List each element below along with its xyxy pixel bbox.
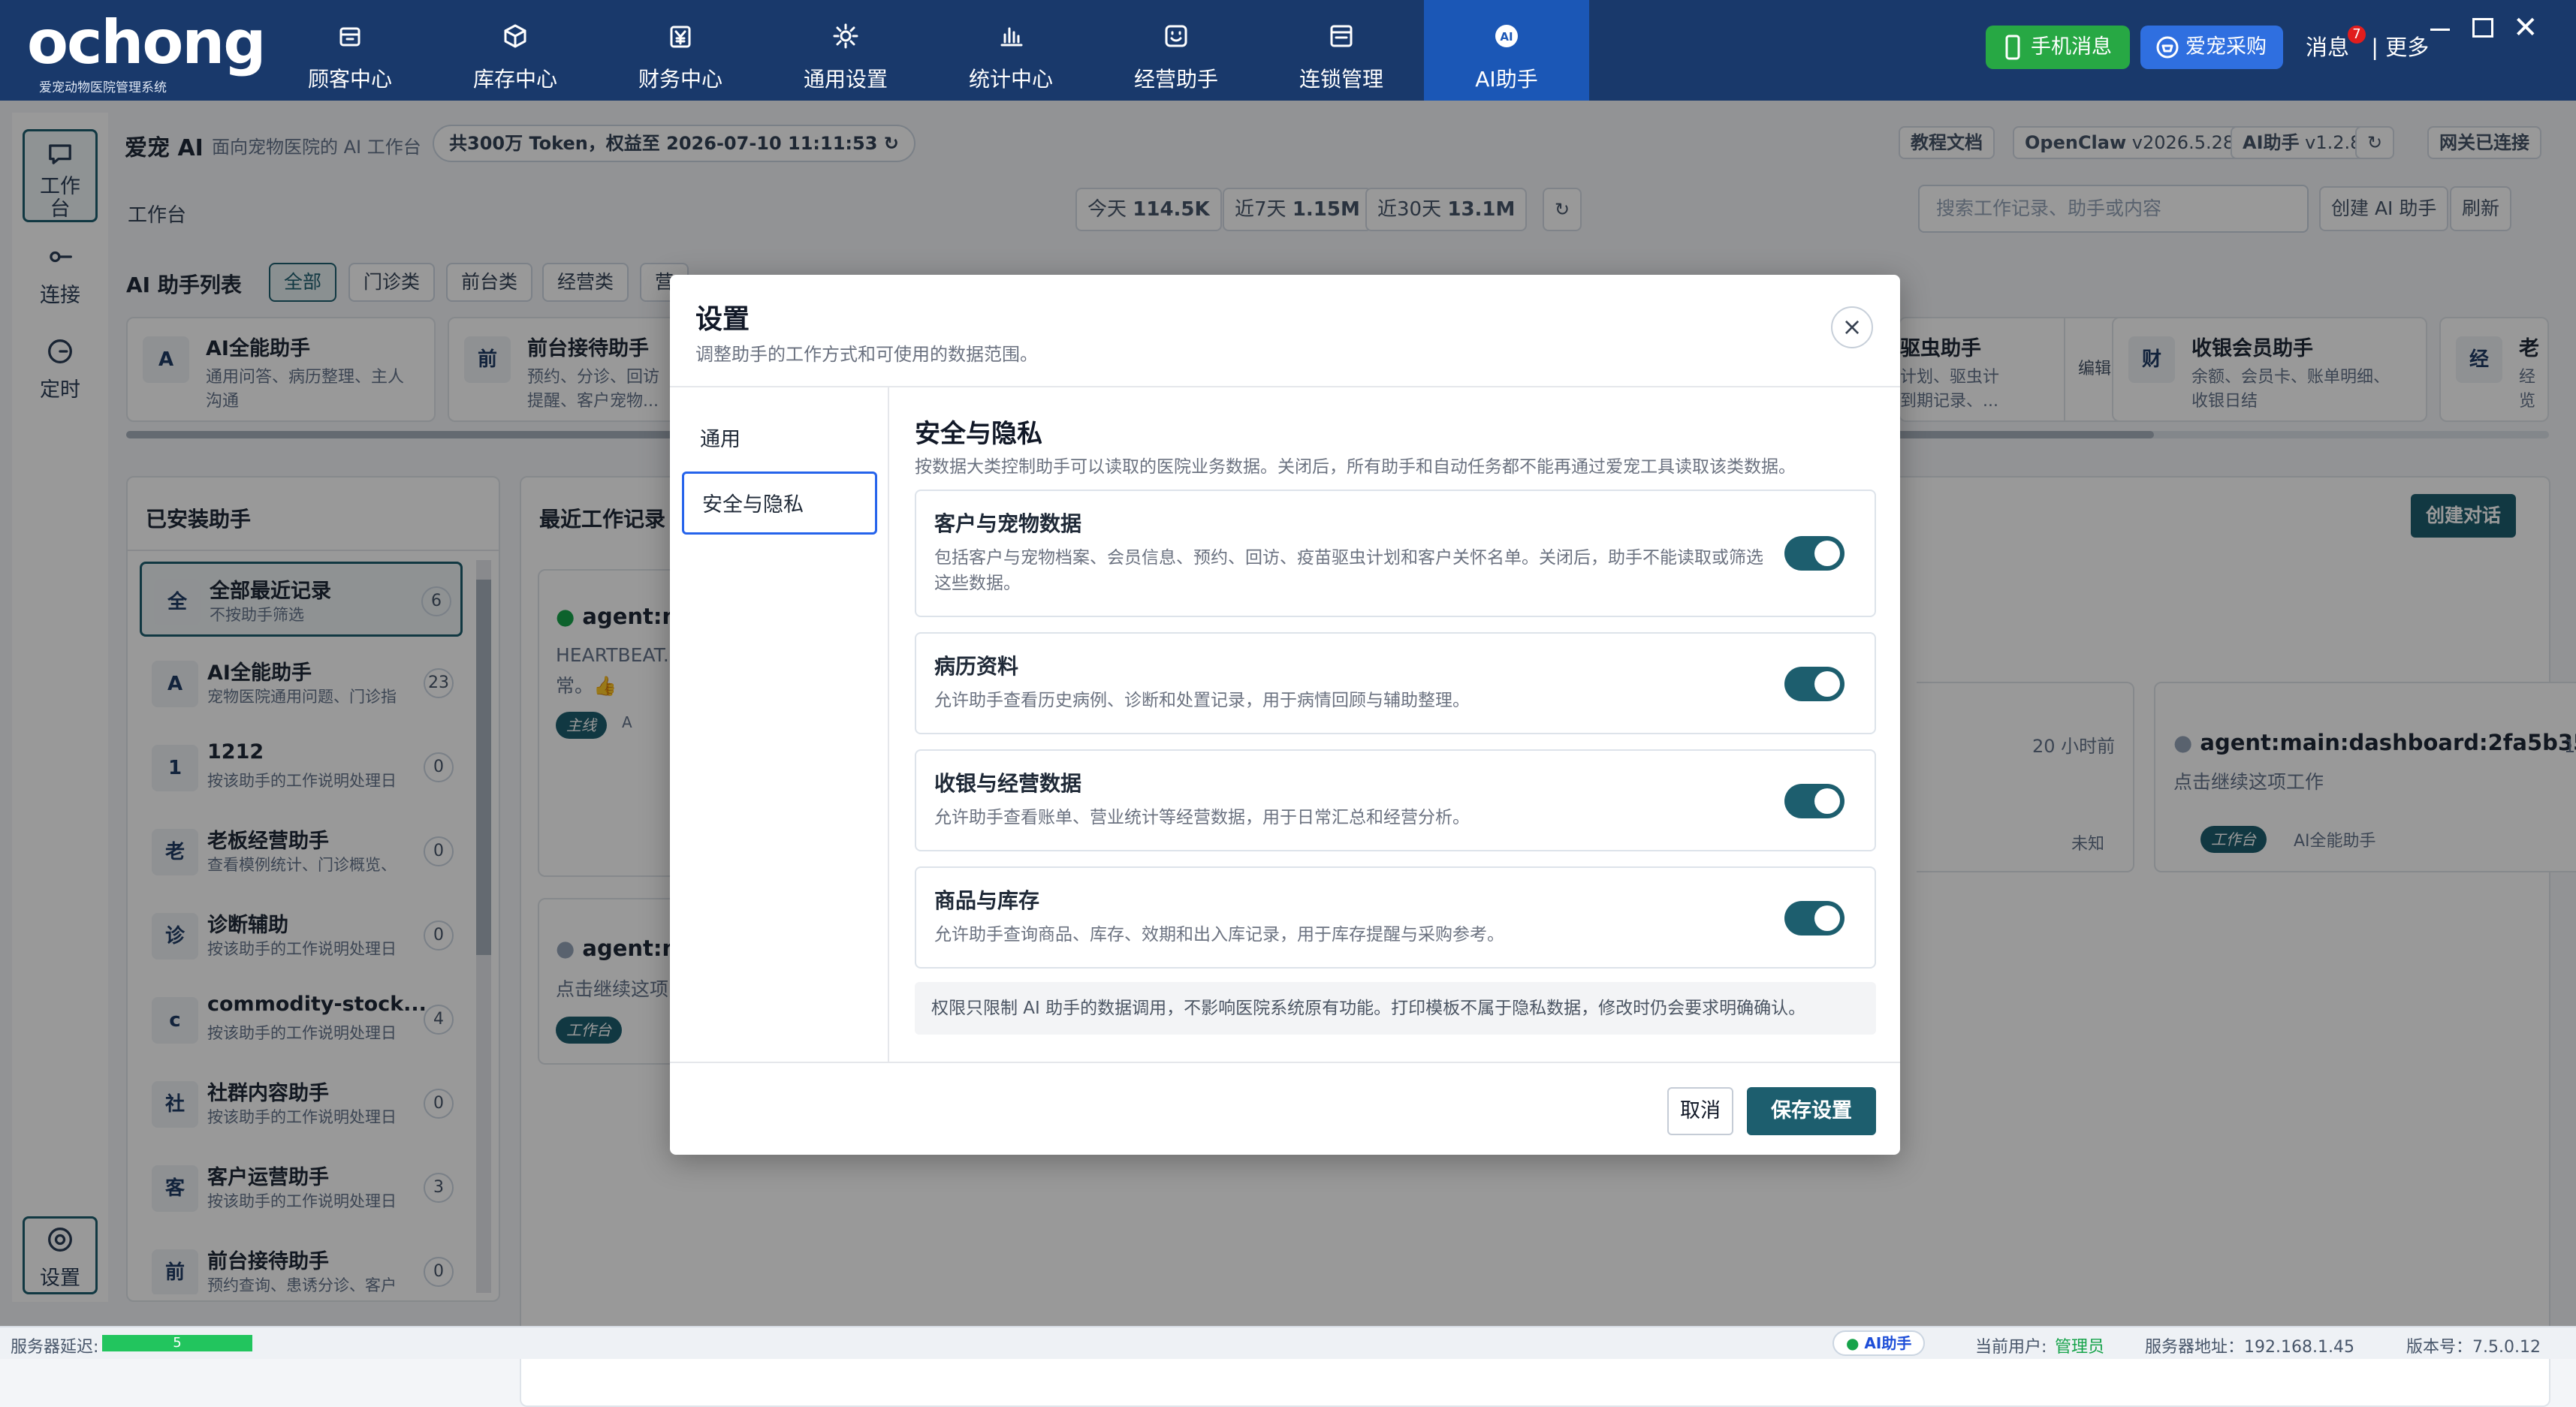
- permission-title: 商品与库存: [934, 888, 1040, 913]
- latency-value: 5: [173, 1335, 182, 1351]
- latency-label: 服务器延迟:: [11, 1338, 99, 1357]
- nav-business-assistant[interactable]: 经营助手: [1093, 0, 1259, 101]
- logo-text: ochong: [27, 8, 267, 77]
- maximize-icon[interactable]: [2472, 18, 2493, 38]
- messages-label: 消息: [2306, 35, 2350, 60]
- customer-pet-toggle[interactable]: [1784, 536, 1845, 571]
- permission-customer-pet: 客户与宠物数据 包括客户与宠物档案、会员信息、预约、回访、疫苗驱虫计划和客户关怀…: [915, 490, 1876, 617]
- goods-inventory-toggle[interactable]: [1784, 901, 1845, 935]
- nav-label: 顾客中心: [307, 67, 392, 92]
- minimize-icon[interactable]: [2429, 18, 2451, 41]
- cart-icon: [2156, 36, 2179, 59]
- permission-cashier-business: 收银与经营数据 允许助手查看账单、营业统计等经营数据，用于日常汇总和经营分析。: [915, 749, 1876, 851]
- nav-chain-management[interactable]: 连锁管理: [1259, 0, 1424, 101]
- phone-icon: [2005, 35, 2020, 60]
- nav-label: 连锁管理: [1299, 67, 1383, 92]
- tab-security-privacy[interactable]: 安全与隐私: [682, 472, 877, 535]
- purchase-label: 爱宠采购: [2185, 35, 2267, 59]
- settings-content: 安全与隐私 按数据大类控制助手可以读取的医院业务数据。关闭后，所有助手和自动任务…: [889, 386, 1900, 1062]
- user-label: 当前用户:: [1975, 1338, 2047, 1357]
- save-settings-button[interactable]: 保存设置: [1747, 1087, 1876, 1135]
- cashier-business-toggle[interactable]: [1784, 784, 1845, 818]
- status-bar: 服务器延迟: 5 ● AI助手 当前用户: 管理员 服务器地址：192.168.…: [0, 1326, 2576, 1359]
- dialog-subtitle: 调整助手的工作方式和可使用的数据范围。: [695, 344, 1038, 365]
- nav-label: AI助手: [1475, 67, 1538, 92]
- close-icon[interactable]: ×: [1831, 306, 1873, 348]
- svg-text:AI: AI: [1500, 30, 1513, 44]
- permission-medical-records: 病历资料 允许助手查看历史病例、诊断和处置记录，用于病情回顾与辅助整理。: [915, 632, 1876, 734]
- window-icon: [1330, 25, 1353, 47]
- medical-records-toggle[interactable]: [1784, 667, 1845, 701]
- box-icon: [339, 27, 360, 47]
- dialog-title: 设置: [695, 304, 750, 335]
- nav-label: 统计中心: [968, 67, 1053, 92]
- user-name: 管理员: [2055, 1338, 2105, 1357]
- permission-description: 允许助手查看历史病例、诊断和处置记录，用于病情回顾与辅助整理。: [934, 691, 1470, 710]
- messages-link[interactable]: 消息 7 | 更多: [2306, 26, 2429, 62]
- app-logo[interactable]: ochong 爱宠动物医院管理系统: [23, 8, 267, 95]
- permission-goods-inventory: 商品与库存 允许助手查询商品、库存、效期和出入库记录，用于库存提醒与采购参考。: [915, 866, 1876, 969]
- server-address: 服务器地址：192.168.1.45: [2145, 1338, 2354, 1357]
- tab-general[interactable]: 通用: [682, 408, 877, 472]
- nav-label: 经营助手: [1133, 67, 1218, 92]
- ai-icon: AI: [1495, 25, 1518, 47]
- logo-subtitle: 爱宠动物医院管理系统: [39, 80, 167, 95]
- permission-title: 客户与宠物数据: [934, 511, 1082, 536]
- nav-finance-center[interactable]: 财务中心: [598, 0, 763, 101]
- permission-title: 病历资料: [934, 654, 1019, 679]
- settings-dialog: 设置 调整助手的工作方式和可使用的数据范围。 × 通用 安全与隐私 安全与隐私 …: [670, 275, 1900, 1155]
- section-title: 安全与隐私: [915, 419, 1042, 449]
- message-count-badge: 7: [2348, 26, 2366, 44]
- nav-label: 财务中心: [638, 67, 722, 92]
- ai-status-label: AI助手: [1864, 1334, 1912, 1352]
- nav-statistics-center[interactable]: 统计中心: [928, 0, 1093, 101]
- nav-inventory-center[interactable]: 库存中心: [433, 0, 598, 101]
- nav-customer-center[interactable]: 顾客中心: [267, 0, 433, 101]
- smile-icon: [1165, 25, 1187, 47]
- nav-label: 通用设置: [803, 67, 888, 92]
- cube-icon: [504, 24, 526, 48]
- ai-status-badge: ● AI助手: [1832, 1330, 1926, 1356]
- purchase-button[interactable]: 爱宠采购: [2140, 26, 2283, 69]
- gear-icon: [833, 23, 858, 49]
- latency-bar: 5: [102, 1335, 252, 1351]
- mobile-message-button[interactable]: 手机消息: [1986, 26, 2130, 69]
- nav-ai-assistant[interactable]: AI AI助手: [1424, 0, 1589, 101]
- cancel-button[interactable]: 取消: [1667, 1087, 1733, 1135]
- mobile-message-label: 手机消息: [2031, 35, 2112, 59]
- privacy-note: 权限只限制 AI 助手的数据调用，不影响医院系统原有功能。打印模板不属于隐私数据…: [915, 982, 1876, 1035]
- separator: |: [2371, 35, 2379, 60]
- bar-chart-icon: [1000, 27, 1023, 47]
- settings-tabs: 通用 安全与隐私: [670, 386, 889, 1062]
- permission-title: 收银与经营数据: [934, 771, 1082, 796]
- nav-general-settings[interactable]: 通用设置: [763, 0, 928, 101]
- dialog-footer: 取消 保存设置: [670, 1062, 1900, 1155]
- top-bar: ochong 爱宠动物医院管理系统 顾客中心 库存中心 财务中心 通用设置 统计…: [0, 0, 2576, 101]
- permission-description: 允许助手查询商品、库存、效期和出入库记录，用于库存提醒与采购参考。: [934, 925, 1504, 945]
- yen-icon: [670, 26, 691, 48]
- permission-description: 包括客户与宠物档案、会员信息、预约、回访、疫苗驱虫计划和客户关怀名单。关闭后，助…: [934, 548, 1763, 593]
- permission-description: 允许助手查看账单、营业统计等经营数据，用于日常汇总和经营分析。: [934, 808, 1470, 827]
- close-window-icon[interactable]: ✕: [2513, 11, 2538, 45]
- nav-label: 库存中心: [472, 67, 557, 92]
- version-info: 版本号：7.5.0.12: [2406, 1338, 2541, 1357]
- more-link[interactable]: 更多: [2385, 35, 2429, 60]
- section-description: 按数据大类控制助手可以读取的医院业务数据。关闭后，所有助手和自动任务都不能再通过…: [915, 457, 1796, 477]
